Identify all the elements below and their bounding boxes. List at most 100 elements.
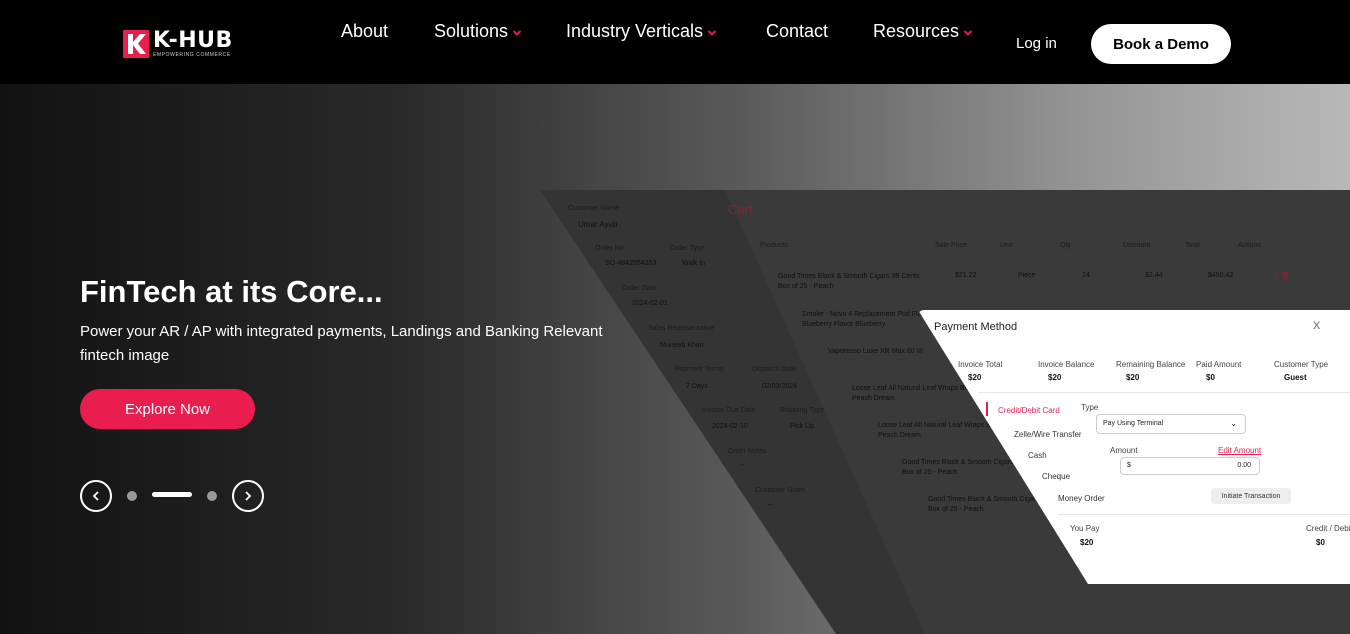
summary-value: Guest <box>1284 373 1307 382</box>
hero-title: FinTech at its Core... <box>80 274 383 309</box>
amount-label: Amount <box>1110 446 1138 455</box>
trash-icon[interactable]: 0 🗑 <box>1275 272 1290 280</box>
table-header: Total <box>1185 242 1200 249</box>
carousel-prev-button[interactable] <box>80 480 112 512</box>
field-value: SO-4842554353 <box>605 260 657 267</box>
carousel-dot[interactable] <box>127 491 137 501</box>
logo-tagline: EMPOWERING COMMERCE <box>153 52 231 58</box>
modal-divider <box>978 392 1350 393</box>
chevron-down-icon: ⌄ <box>1230 419 1237 428</box>
initiate-transaction-button[interactable]: Initiate Transaction <box>1211 488 1291 504</box>
cart-title: Cart <box>728 202 753 217</box>
field-value: 2024-02-10 <box>712 423 748 430</box>
payment-type-value: Pay Using Terminal <box>1103 420 1164 427</box>
cart-row-qty: 24 <box>1082 272 1090 279</box>
amount-input[interactable]: $ 0.00 <box>1120 457 1260 475</box>
field-label: Order No. <box>595 245 626 252</box>
payment-method-zelle[interactable]: Zelle/Wire Transfer <box>1014 430 1082 439</box>
nav-item-label: About <box>341 20 389 41</box>
field-value: 2024-02-01 <box>632 300 668 307</box>
summary-label: Remaining Balance <box>1116 360 1186 369</box>
nav-item-label: Resources <box>873 20 960 41</box>
chevron-right-icon <box>245 491 252 501</box>
cart-row-discount: $2.44 <box>1145 272 1163 279</box>
field-label: Order Notes <box>728 448 767 455</box>
book-demo-button[interactable]: Book a Demo <box>1091 24 1231 64</box>
field-value: Muneeb Khan <box>660 342 704 349</box>
payment-type-select[interactable]: Pay Using Terminal ⌄ <box>1096 414 1246 434</box>
chevron-down-icon <box>512 29 522 36</box>
nav-item-label: Industry Verticals <box>566 20 704 41</box>
nav-item-industry-verticals[interactable]: Industry Verticals <box>566 21 717 42</box>
field-label: Dispatch Date <box>752 366 796 373</box>
summary-label: Customer Type <box>1274 360 1329 369</box>
summary-value: $20 <box>1126 373 1140 382</box>
login-link[interactable]: Log in <box>1016 35 1057 52</box>
cart-row-total: $450.42 <box>1208 272 1234 279</box>
field-label: Sales Representative <box>648 325 715 332</box>
you-pay-label: You Pay <box>1070 524 1100 533</box>
payment-method-cheque[interactable]: Cheque <box>1042 472 1070 481</box>
khub-logo[interactable]: K-HUB EMPOWERING COMMERCE <box>123 30 233 58</box>
credit-debit-value: $0 <box>1316 538 1325 547</box>
field-label: Order Date <box>622 285 657 292</box>
field-value: Umar Ayub <box>578 220 618 229</box>
field-label: Customer Name <box>568 205 619 212</box>
logo-name: K-HUB <box>153 28 233 53</box>
nav-item-solutions[interactable]: Solutions <box>434 21 522 42</box>
nav-item-about[interactable]: About <box>341 21 388 42</box>
cart-row-price: $21.22 <box>955 272 977 279</box>
nav-item-label: Contact <box>766 20 829 41</box>
field-value: -- <box>768 502 773 509</box>
field-value: Walk In <box>682 260 706 267</box>
carousel-dot[interactable] <box>207 491 217 501</box>
field-label: Shipping Type <box>780 407 825 414</box>
field-label: Order Type <box>670 245 705 252</box>
field-label: Invoice Due Date <box>702 407 756 414</box>
field-value: -- <box>740 462 745 469</box>
type-label: Type <box>1081 403 1099 412</box>
top-navbar: K-HUB EMPOWERING COMMERCE About Solution… <box>0 0 1350 84</box>
cart-row-unit: Piece <box>1018 272 1036 279</box>
table-header: Products <box>760 242 788 249</box>
carousel-next-button[interactable] <box>232 480 264 512</box>
field-value: 02/03/2024 <box>762 383 798 390</box>
table-header: Unit <box>1000 242 1013 249</box>
close-icon: X <box>1313 320 1321 332</box>
active-method-indicator <box>986 402 988 416</box>
nav-item-resources[interactable]: Resources <box>873 21 973 42</box>
currency-symbol: $ <box>1127 462 1131 469</box>
summary-value: $20 <box>968 373 982 382</box>
chevron-down-icon <box>963 29 973 36</box>
field-label: Customer Notes <box>755 487 806 494</box>
summary-value: $0 <box>1206 373 1215 382</box>
credit-debit-label: Credit / Debit <box>1306 524 1350 533</box>
payment-method-cash[interactable]: Cash <box>1028 451 1047 460</box>
table-header: Qty <box>1060 242 1071 249</box>
summary-label: Invoice Total <box>958 360 1003 369</box>
field-value: Pick Up <box>790 423 815 430</box>
edit-amount-link[interactable]: Edit Amount <box>1218 446 1261 455</box>
summary-label: Invoice Balance <box>1038 360 1095 369</box>
nav-item-label: Solutions <box>434 20 509 41</box>
payment-method-credit-debit[interactable]: Credit/Debit Card <box>998 406 1060 415</box>
chevron-down-icon <box>707 29 717 36</box>
you-pay-value: $20 <box>1080 538 1094 547</box>
table-header: Discount <box>1123 242 1151 249</box>
modal-title: Payment Method <box>934 321 1018 333</box>
chevron-left-icon <box>92 491 99 501</box>
field-label: Payment Terms <box>675 366 724 373</box>
payment-method-money-order[interactable]: Money Order <box>1058 494 1105 503</box>
carousel-dot-active[interactable] <box>152 492 192 497</box>
nav-item-contact[interactable]: Contact <box>766 21 828 42</box>
field-value: 7 Days <box>686 383 708 390</box>
explore-now-button[interactable]: Explore Now <box>80 389 255 429</box>
hero-subtitle: Power your AR / AP with integrated payme… <box>80 323 603 364</box>
cart-row-product: Good Times Black & Smooth Cigars 99 Cent… <box>778 273 920 290</box>
summary-label: Paid Amount <box>1196 360 1242 369</box>
carousel-controls <box>80 480 280 512</box>
amount-value: 0.00 <box>1237 462 1251 469</box>
table-header: Sale Price <box>935 242 967 249</box>
summary-value: $20 <box>1048 373 1062 382</box>
table-header: Actions <box>1238 242 1261 249</box>
